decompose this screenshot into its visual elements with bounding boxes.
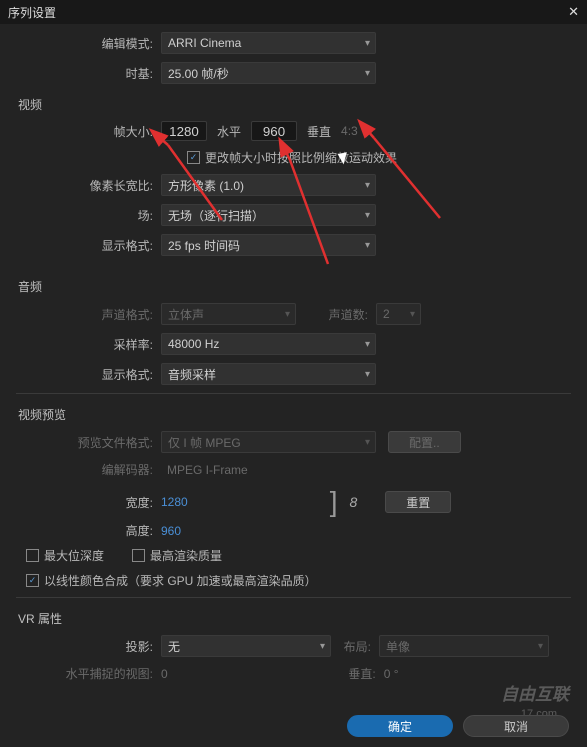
projection-select[interactable]: 无 xyxy=(161,635,331,657)
sample-rate-select[interactable]: 48000 Hz xyxy=(161,333,376,355)
frame-width-input[interactable] xyxy=(161,121,207,141)
linear-color-checkbox[interactable] xyxy=(26,574,39,587)
timebase-label: 时基: xyxy=(16,65,161,82)
video-display-label: 显示格式: xyxy=(16,237,161,254)
audio-section-title: 音频 xyxy=(18,278,571,295)
audio-display-select[interactable]: 音频采样 xyxy=(161,363,376,385)
preview-width-value[interactable]: 1280 xyxy=(161,495,188,509)
vfov-label: 垂直: xyxy=(168,665,384,682)
preview-height-label: 高度: xyxy=(16,522,161,539)
hfov-label: 水平捕捉的视图: xyxy=(16,665,161,682)
edit-mode-label: 编辑模式: xyxy=(16,35,161,52)
link-icon[interactable]: 8 xyxy=(349,494,357,510)
config-button: 配置.. xyxy=(388,431,461,453)
vfov-value: 0 ° xyxy=(384,667,399,681)
aspect-ratio-text: 4:3 xyxy=(341,124,358,138)
hfov-value: 0 xyxy=(161,667,168,681)
bracket-icon: ] xyxy=(330,486,338,518)
field-label: 场: xyxy=(16,207,161,224)
frame-height-input[interactable] xyxy=(251,121,297,141)
max-quality-checkbox[interactable] xyxy=(132,549,145,562)
preview-file-fmt-select: 仅 I 帧 MPEG xyxy=(161,431,376,453)
max-depth-checkbox[interactable] xyxy=(26,549,39,562)
video-section-title: 视频 xyxy=(18,96,571,113)
max-quality-label: 最高渲染质量 xyxy=(150,547,222,564)
reset-button[interactable]: 重置 xyxy=(385,491,451,513)
max-depth-label: 最大位深度 xyxy=(44,547,104,564)
close-icon[interactable]: ✕ xyxy=(568,4,579,20)
channel-fmt-select: 立体声 xyxy=(161,303,296,325)
sample-rate-label: 采样率: xyxy=(16,336,161,353)
channel-count-label: 声道数: xyxy=(296,306,376,323)
scale-motion-checkbox[interactable] xyxy=(187,151,200,164)
field-select[interactable]: 无场（逐行扫描） xyxy=(161,204,376,226)
preview-file-fmt-label: 预览文件格式: xyxy=(16,434,161,451)
frame-size-label: 帧大小: xyxy=(16,123,161,140)
channel-count-select: 2 xyxy=(376,303,421,325)
preview-width-label: 宽度: xyxy=(16,494,161,511)
channel-fmt-label: 声道格式: xyxy=(16,306,161,323)
timebase-select[interactable]: 25.00 帧/秒 xyxy=(161,62,376,84)
preview-section-title: 视频预览 xyxy=(18,406,571,423)
layout-select: 单像 xyxy=(379,635,549,657)
cancel-button[interactable]: 取消 xyxy=(463,715,569,737)
scale-motion-label: 更改帧大小时按照比例缩放运动效果 xyxy=(205,149,397,166)
vr-section-title: VR 属性 xyxy=(18,610,571,627)
linear-color-label: 以线性颜色合成（要求 GPU 加速或最高渲染品质） xyxy=(44,572,317,589)
edit-mode-select[interactable]: ARRI Cinema xyxy=(161,32,376,54)
horizontal-label: 水平 xyxy=(217,123,241,140)
video-display-select[interactable]: 25 fps 时间码 xyxy=(161,234,376,256)
pixel-ratio-select[interactable]: 方形像素 (1.0) xyxy=(161,174,376,196)
codec-label: 编解码器: xyxy=(16,461,161,478)
pixel-ratio-label: 像素长宽比: xyxy=(16,177,161,194)
vertical-label: 垂直 xyxy=(307,123,331,140)
watermark-text: 自由互联 xyxy=(501,680,569,705)
preview-height-value[interactable]: 960 xyxy=(161,524,181,538)
audio-display-label: 显示格式: xyxy=(16,366,161,383)
codec-value: MPEG I-Frame xyxy=(161,463,248,477)
dialog-title: 序列设置 xyxy=(8,4,56,21)
ok-button[interactable]: 确定 xyxy=(347,715,453,737)
projection-label: 投影: xyxy=(16,638,161,655)
layout-label: 布局: xyxy=(331,638,379,655)
